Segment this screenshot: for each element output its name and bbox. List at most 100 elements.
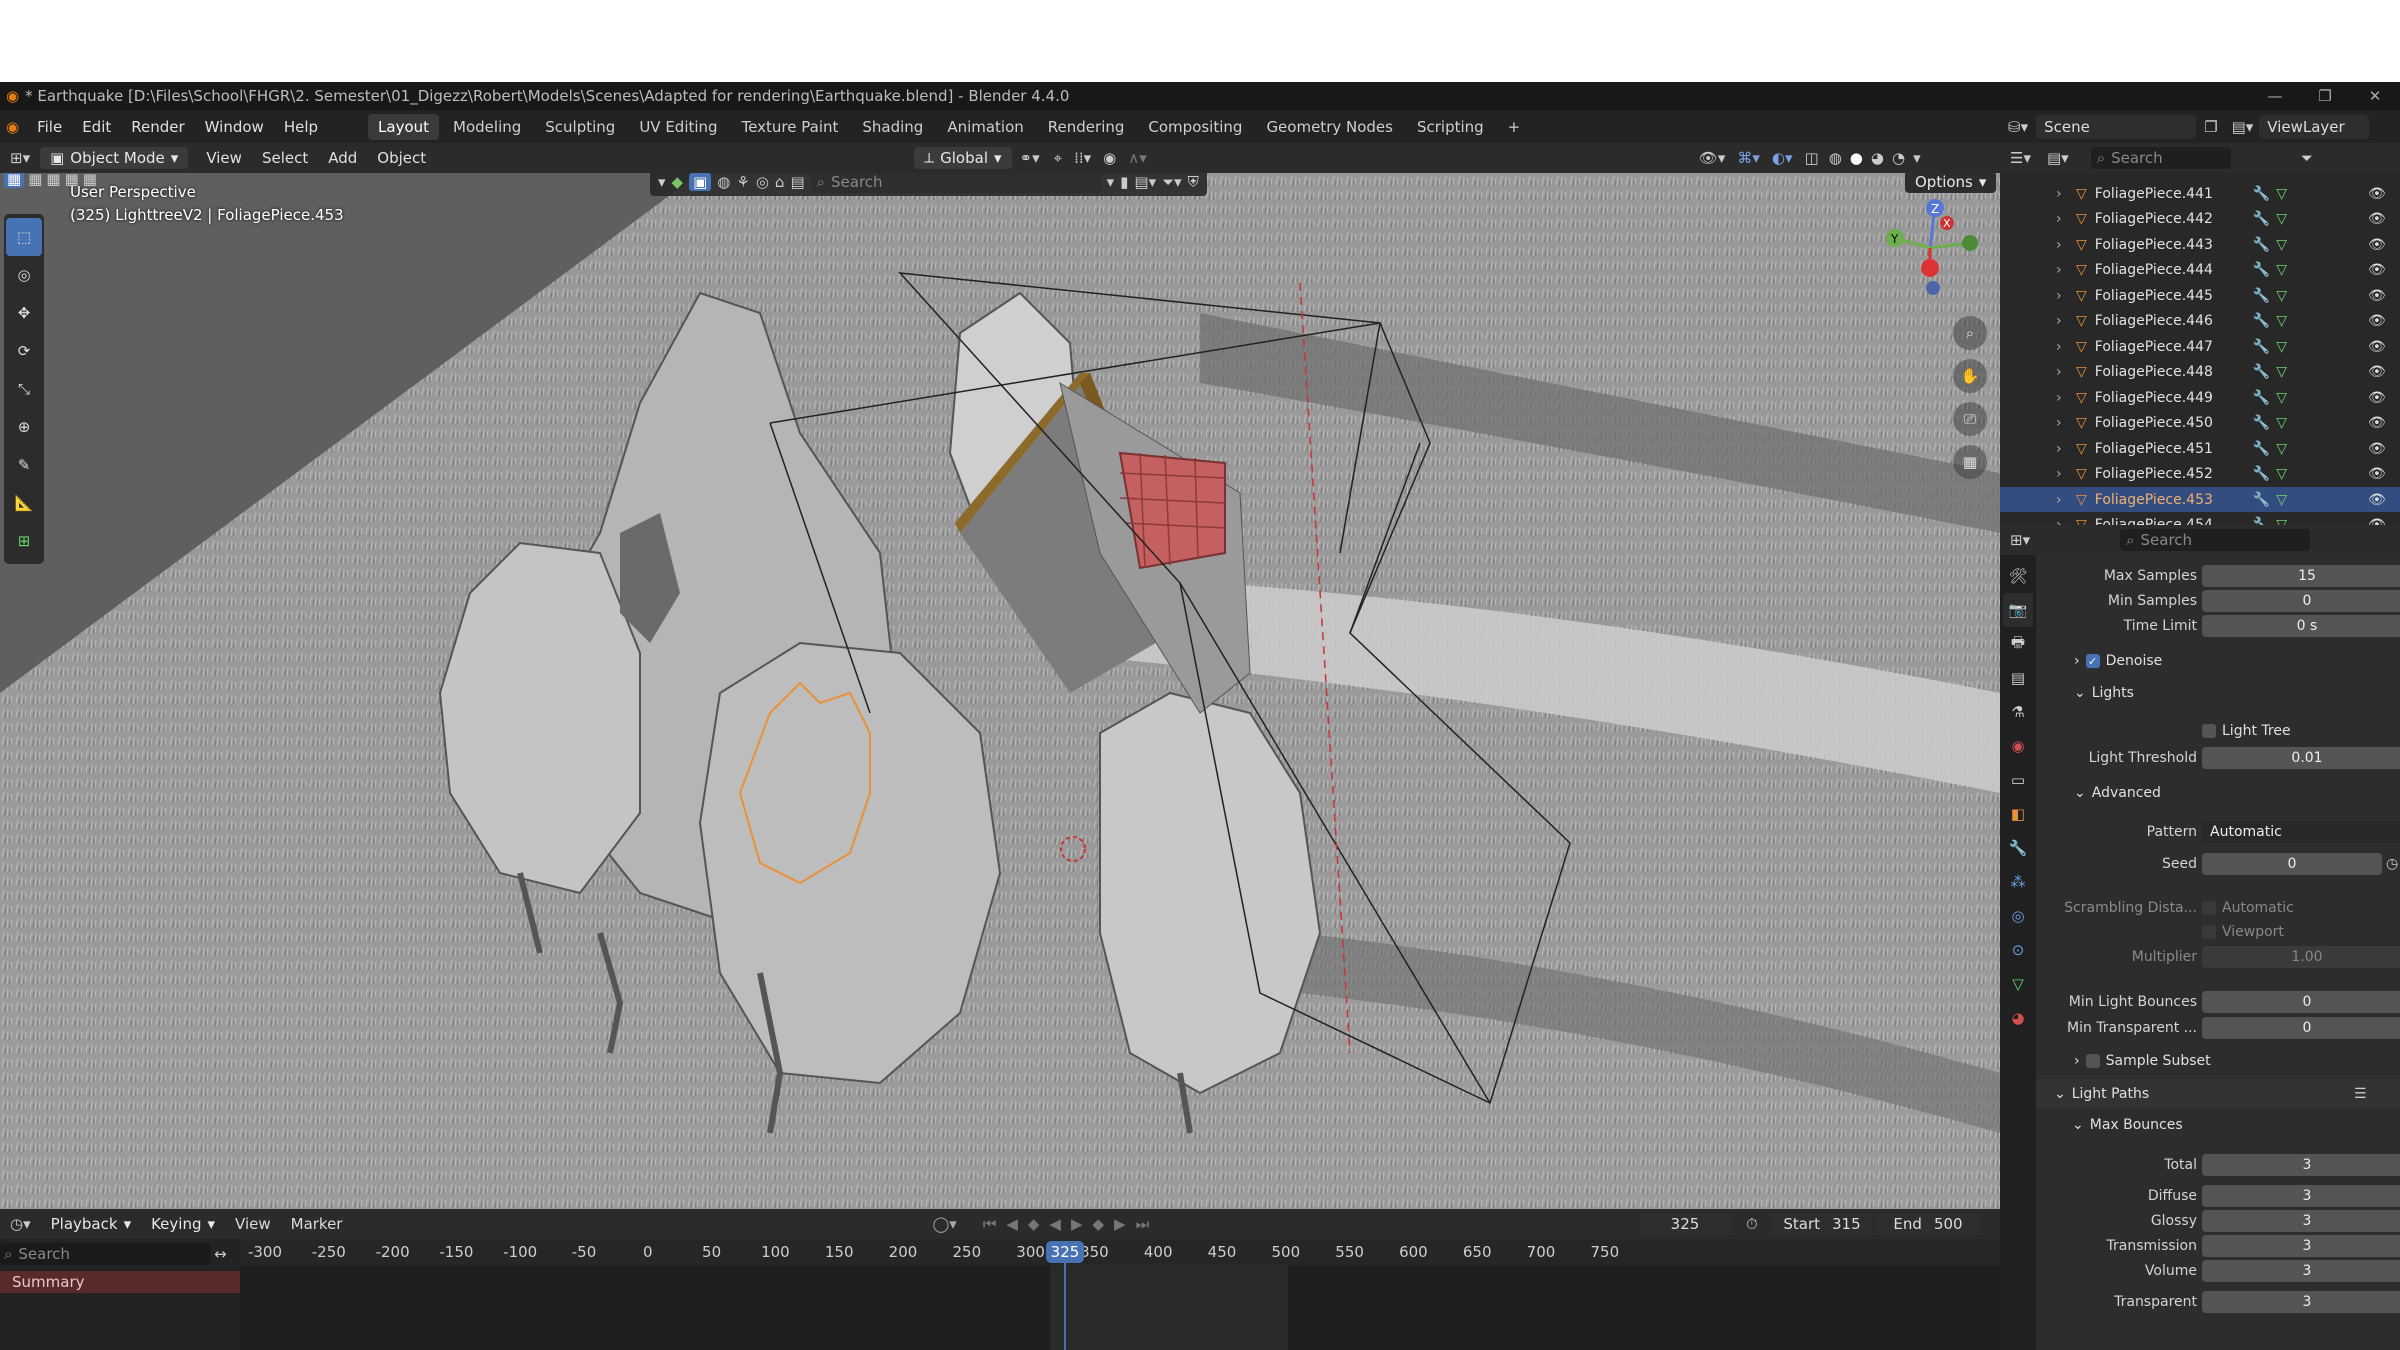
scrambling-viewport-row[interactable]: Viewport <box>2202 924 2284 940</box>
transmission-field[interactable]: 3 <box>2202 1234 2400 1257</box>
outliner-row[interactable]: › ▽ FoliagePiece.448 🔧 ▽ 👁 <box>2000 360 2400 385</box>
funnel-icon[interactable]: ⏷▾ <box>1162 173 1182 191</box>
playback-dropdown[interactable]: Playback ▾ <box>41 1213 141 1235</box>
visibility-icon[interactable]: 👁▾ <box>1693 149 1732 167</box>
menu-select[interactable]: Select <box>252 149 318 167</box>
expand-arrow-icon[interactable]: › <box>2056 517 2072 525</box>
filter-icon-2[interactable]: ⚘ <box>736 173 749 191</box>
light-tree-row[interactable]: Light Tree <box>2202 723 2291 739</box>
outliner-row[interactable]: › ▽ FoliagePiece.453 🔧 ▽ 👁 <box>2000 487 2400 512</box>
expand-arrow-icon[interactable]: › <box>2056 466 2072 482</box>
move-tool-icon[interactable]: ✥ <box>6 294 42 332</box>
tool-tab-icon[interactable]: 🛠 <box>2003 559 2033 593</box>
maximize-button[interactable]: ❐ <box>2300 82 2350 110</box>
menu-help[interactable]: Help <box>274 118 328 136</box>
modifier-tab-icon[interactable]: 🔧 <box>2003 831 2033 865</box>
start-frame-field[interactable]: Start 315 <box>1772 1213 1872 1235</box>
add-cube-tool-icon[interactable]: ⊞ <box>6 522 42 560</box>
keying-dropdown[interactable]: Keying ▾ <box>141 1213 225 1235</box>
pivot-icon[interactable]: ⚭▾ <box>1012 149 1048 167</box>
pattern-dropdown[interactable]: Automatic <box>2202 820 2400 843</box>
gizmo-toggle-icon[interactable]: ⌘▾ <box>1731 149 1766 167</box>
visibility-eye-icon[interactable]: 👁 <box>2368 186 2386 202</box>
min-transparent-field[interactable]: 0 <box>2202 1016 2400 1039</box>
visibility-eye-icon[interactable]: 👁 <box>2368 237 2386 253</box>
jump-start-icon[interactable]: ⏮ <box>983 1215 1007 1233</box>
menu-render[interactable]: Render <box>121 118 194 136</box>
outliner-row[interactable]: › ▽ FoliagePiece.451 🔧 ▽ 👁 <box>2000 436 2400 461</box>
physics-tab-icon[interactable]: ◎ <box>2003 899 2033 933</box>
scene-selector[interactable]: Scene <box>2036 114 2197 139</box>
diffuse-field[interactable]: 3 <box>2202 1184 2400 1207</box>
menu-file[interactable]: File <box>27 118 72 136</box>
minimize-button[interactable]: — <box>2250 82 2300 110</box>
select-subtract-icon[interactable]: ▦ <box>46 173 60 188</box>
constraints-tab-icon[interactable]: ⊙ <box>2003 933 2033 967</box>
time-limit-field[interactable]: 0 s <box>2202 614 2400 637</box>
chevron-down-icon[interactable]: ▾ <box>658 173 666 191</box>
scrambling-automatic-checkbox[interactable] <box>2202 900 2216 915</box>
max-bounces-panel-header[interactable]: ⌄ Max Bounces <box>2072 1117 2183 1133</box>
visibility-eye-icon[interactable]: 👁 <box>2368 390 2386 406</box>
total-field[interactable]: 3 <box>2202 1153 2400 1176</box>
particles-tab-icon[interactable]: ⁂ <box>2003 865 2033 899</box>
select-box-icon[interactable]: ▣ <box>689 173 712 191</box>
visibility-eye-icon[interactable]: 👁 <box>2368 415 2386 431</box>
editor-type-icon[interactable]: ⊞▾ <box>0 149 40 167</box>
summary-channel[interactable]: Summary <box>0 1271 240 1293</box>
transform-orientation-dropdown[interactable]: ⟂ Global ▾ <box>914 147 1012 169</box>
tab-shading[interactable]: Shading <box>852 114 933 140</box>
visibility-eye-icon[interactable]: 👁 <box>2368 313 2386 329</box>
multiplier-field[interactable]: 1.00 <box>2202 945 2400 968</box>
snap-target-icon[interactable]: ⁞⁞▾ <box>1068 149 1097 167</box>
presets-list-icon[interactable]: ☰ <box>2354 1086 2367 1102</box>
visibility-eye-icon[interactable]: 👁 <box>2368 262 2386 278</box>
light-paths-panel-header[interactable]: ⌄ Light Paths ☰ <box>2036 1079 2400 1109</box>
outliner-row[interactable]: › ▽ FoliagePiece.442 🔧 ▽ 👁 <box>2000 207 2400 232</box>
outliner-row[interactable]: › ▽ FoliagePiece.450 🔧 ▽ 👁 <box>2000 411 2400 436</box>
annotate-tool-icon[interactable]: ✎ <box>6 446 42 484</box>
falloff-icon[interactable]: ∧▾ <box>1122 149 1153 167</box>
min-light-bounces-field[interactable]: 0 <box>2202 990 2400 1013</box>
tab-rendering[interactable]: Rendering <box>1038 114 1135 140</box>
tab-sculpting[interactable]: Sculpting <box>535 114 625 140</box>
expand-arrow-icon[interactable]: › <box>2056 492 2072 508</box>
transform-tool-icon[interactable]: ⊕ <box>6 408 42 446</box>
timeline-menu-view[interactable]: View <box>225 1215 281 1233</box>
tab-geometry-nodes[interactable]: Geometry Nodes <box>1256 114 1403 140</box>
shading-options-icon[interactable]: ▾ <box>1909 149 1925 167</box>
camera-view-icon[interactable]: ⎚ <box>1953 402 1987 436</box>
zoom-icon[interactable]: ⌕ <box>1953 316 1987 350</box>
filter-icon-4[interactable]: ⌂ <box>775 173 785 191</box>
options-dropdown[interactable]: Options ▾ <box>1905 173 1997 193</box>
properties-search-input[interactable]: ⌕ Search <box>2120 529 2311 551</box>
select-intersect-icon[interactable]: ▦ <box>83 173 97 188</box>
measure-tool-icon[interactable]: 📐 <box>6 484 42 522</box>
outliner-row[interactable]: › ▽ FoliagePiece.447 🔧 ▽ 👁 <box>2000 334 2400 359</box>
visibility-eye-icon[interactable]: 👁 <box>2368 339 2386 355</box>
outliner-row[interactable]: › ▽ FoliagePiece.452 🔧 ▽ 👁 <box>2000 462 2400 487</box>
view-layer-selector[interactable]: ViewLayer <box>2259 114 2370 139</box>
outliner-row[interactable]: › ▽ FoliagePiece.449 🔧 ▽ 👁 <box>2000 385 2400 410</box>
next-key-icon[interactable]: ◆▶ <box>1093 1215 1136 1233</box>
outliner-row[interactable]: › ▽ FoliagePiece.441 🔧 ▽ 👁 <box>2000 181 2400 206</box>
filter-icon-3[interactable]: ◎ <box>756 173 769 191</box>
scene-icon[interactable]: ⛁▾ <box>2000 118 2036 136</box>
overlay-toggle-icon[interactable]: ◐▾ <box>1766 149 1799 167</box>
play-icon[interactable]: ▶ <box>1071 1215 1093 1233</box>
wireframe-shading-icon[interactable]: ◍ <box>1825 149 1846 167</box>
new-scene-icon[interactable]: ❐ <box>2196 118 2225 136</box>
rendered-shading-icon[interactable]: ◔ <box>1888 149 1909 167</box>
render-tab-icon[interactable]: 📷 <box>2003 593 2033 627</box>
blender-menu-icon[interactable]: ◉ <box>0 118 27 136</box>
play-reverse-icon[interactable]: ◀ <box>1049 1215 1071 1233</box>
outliner-search-input[interactable]: ⌕ Search <box>2090 147 2231 169</box>
outliner-row[interactable]: › ▽ FoliagePiece.443 🔧 ▽ 👁 <box>2000 232 2400 257</box>
solid-shading-icon[interactable]: ● <box>1846 149 1867 167</box>
menu-add[interactable]: Add <box>318 149 367 167</box>
menu-window[interactable]: Window <box>195 118 274 136</box>
select-new-icon[interactable]: ▦ <box>4 173 25 188</box>
funnel-icon[interactable]: ⏷ <box>2301 149 2313 167</box>
max-samples-field[interactable]: 15 <box>2202 564 2400 587</box>
view-layer-icon[interactable]: ▤▾ <box>2226 118 2260 136</box>
